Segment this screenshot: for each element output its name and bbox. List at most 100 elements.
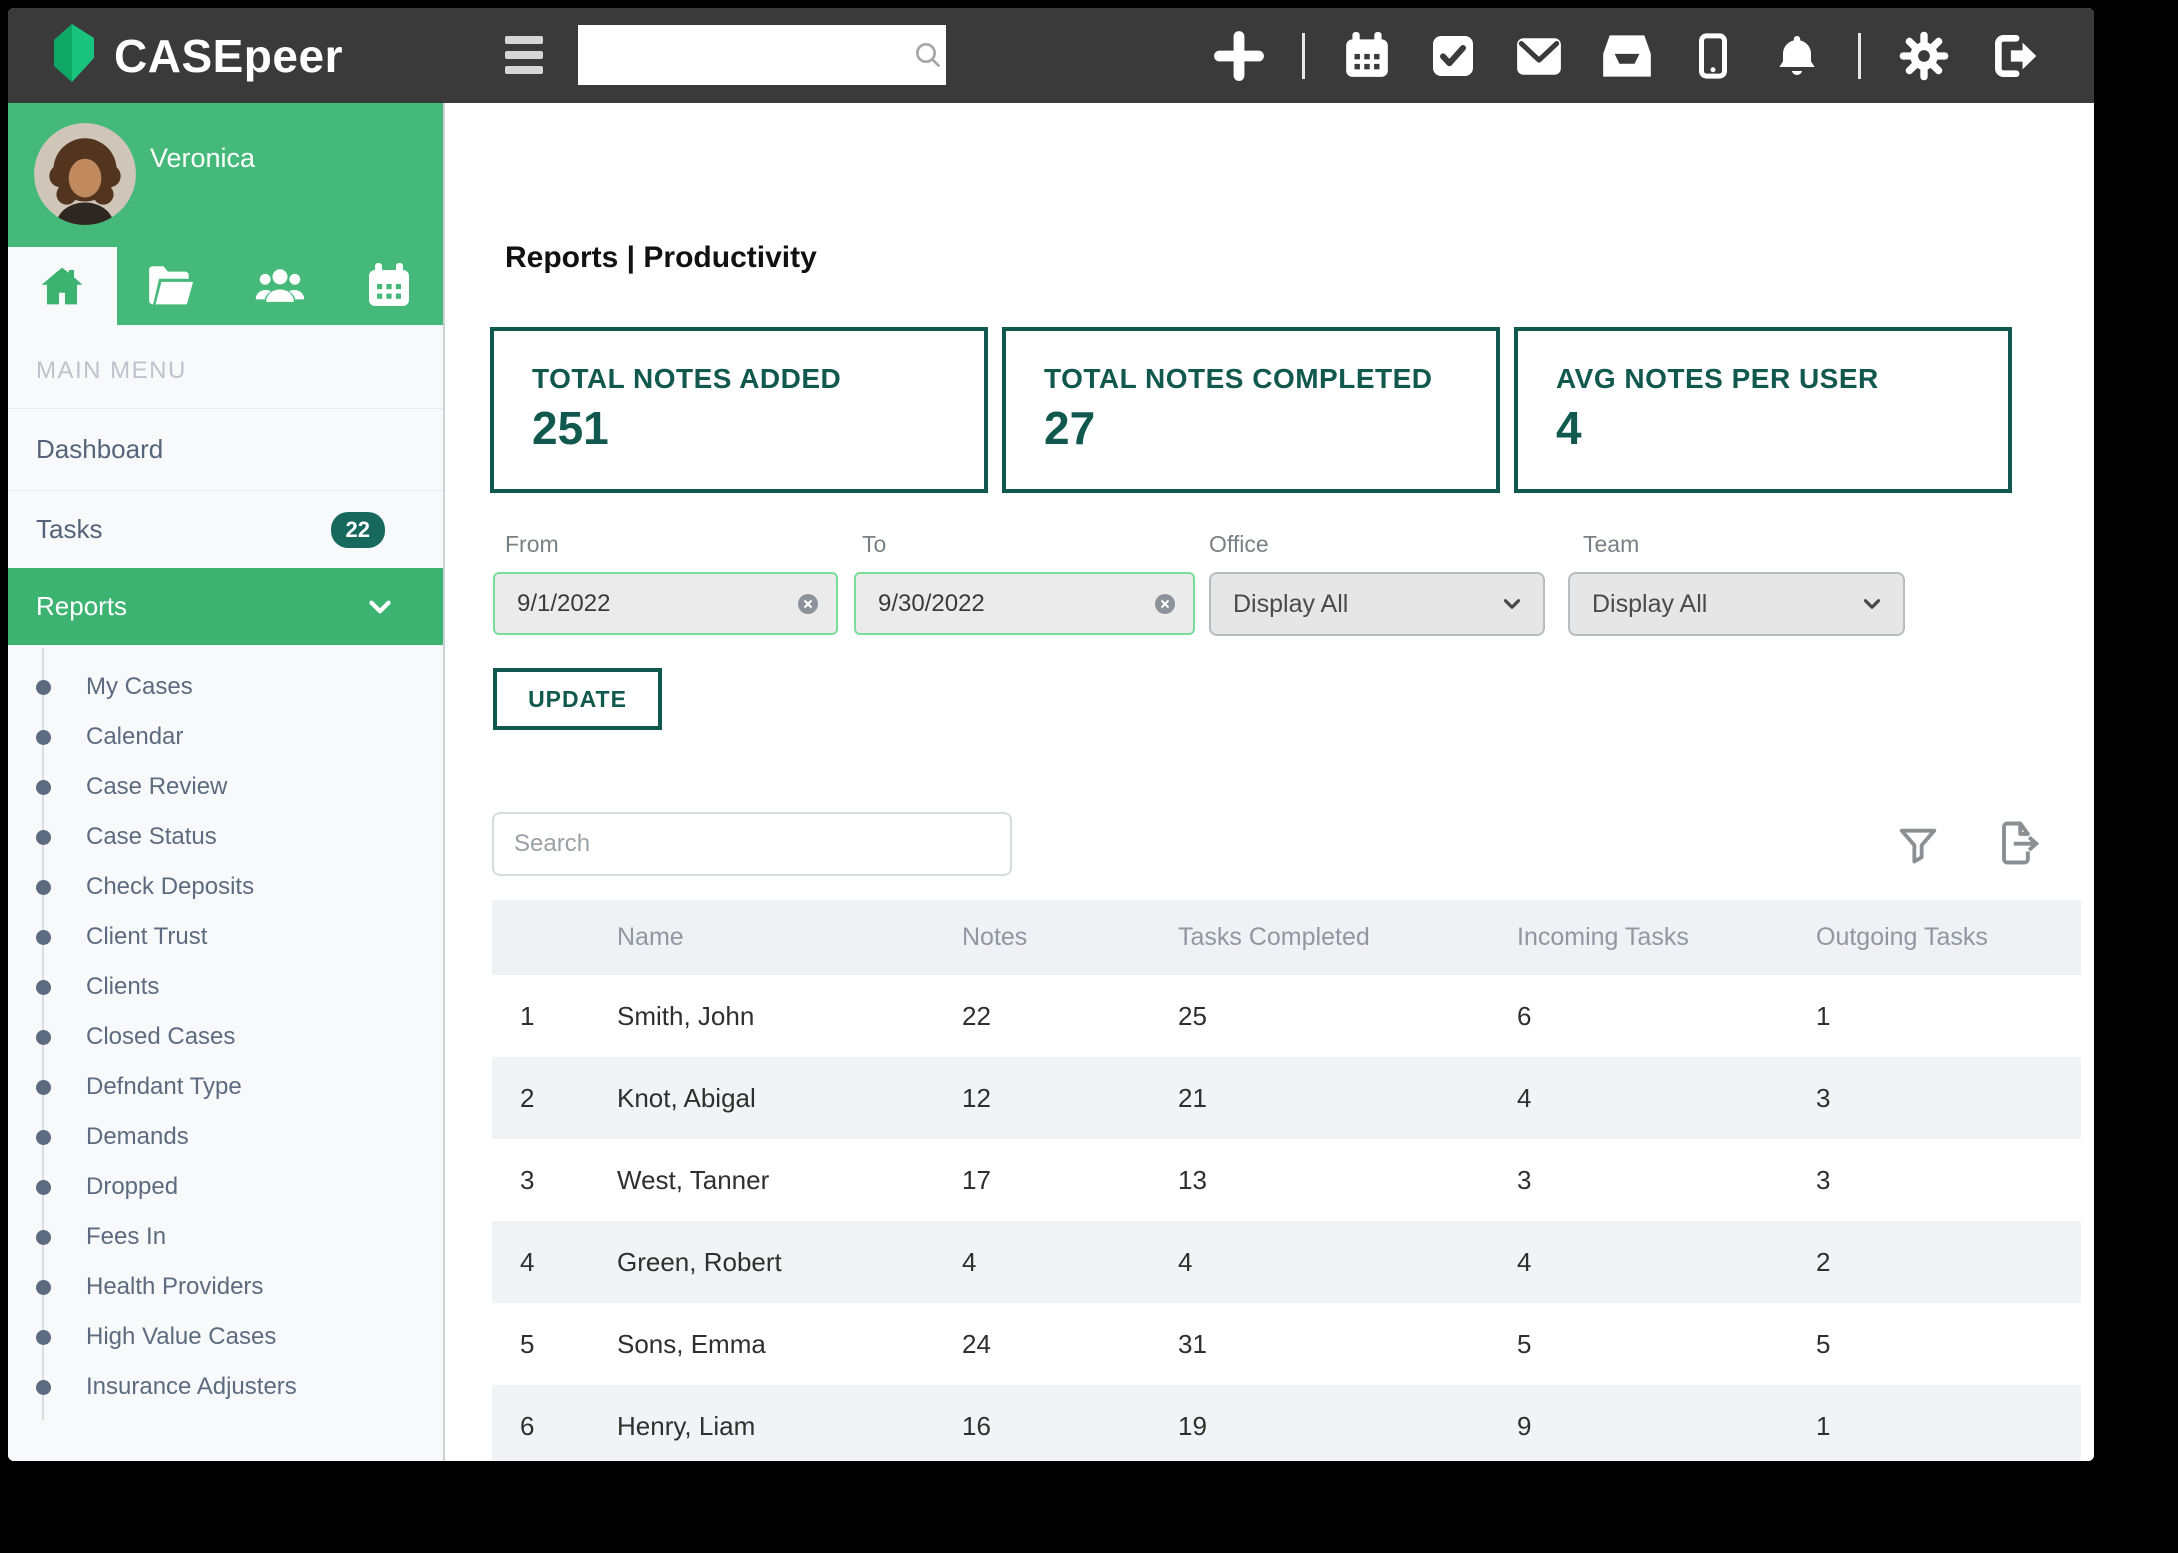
settings-icon[interactable] (1898, 30, 1950, 82)
cell-notes: 24 (962, 1329, 1178, 1360)
folder-icon (146, 263, 196, 309)
clear-icon[interactable] (796, 592, 820, 616)
cell-tasks-completed: 31 (1178, 1329, 1517, 1360)
tab-contacts[interactable] (226, 247, 335, 325)
update-button[interactable]: UPDATE (493, 668, 662, 730)
cell-outgoing-tasks: 1 (1816, 1411, 2081, 1442)
submenu-item-insurance-adjusters[interactable]: Insurance Adjusters (8, 1362, 443, 1412)
bullet-icon (36, 780, 51, 795)
office-select[interactable]: Display All (1209, 572, 1545, 636)
cell-outgoing-tasks: 2 (1816, 1247, 2081, 1278)
submenu-item-clients[interactable]: Clients (8, 962, 443, 1012)
cell-index: 1 (492, 1001, 617, 1032)
header-cell-incoming-tasks[interactable]: Incoming Tasks (1517, 923, 1816, 952)
avatar[interactable] (34, 123, 136, 225)
stat-label: AVG NOTES PER USER (1556, 363, 2008, 395)
cell-name: Henry, Liam (617, 1411, 962, 1442)
notifications-icon[interactable] (1773, 31, 1821, 81)
table-row-henry-liam[interactable]: 6Henry, Liam161991 (492, 1385, 2081, 1461)
cell-incoming-tasks: 5 (1517, 1329, 1816, 1360)
dashboard-label: Dashboard (36, 434, 163, 465)
submenu-item-case-review[interactable]: Case Review (8, 762, 443, 812)
office-label: Office (1209, 531, 1269, 559)
submenu-item-fees-in[interactable]: Fees In (8, 1212, 443, 1262)
submenu-label: Closed Cases (86, 1023, 235, 1051)
calendar-icon[interactable] (1342, 31, 1392, 81)
table-row-west-tanner[interactable]: 3West, Tanner171333 (492, 1139, 2081, 1221)
topbar-search-input[interactable] (578, 41, 912, 69)
table-row-sons-emma[interactable]: 5Sons, Emma243155 (492, 1303, 2081, 1385)
cell-tasks-completed: 4 (1178, 1247, 1517, 1278)
cell-incoming-tasks: 3 (1517, 1165, 1816, 1196)
cell-name: Sons, Emma (617, 1329, 962, 1360)
bullet-icon (36, 680, 51, 695)
divider (1302, 33, 1305, 79)
submenu-label: Case Review (86, 773, 227, 801)
submenu-item-calendar[interactable]: Calendar (8, 712, 443, 762)
team-select-value: Display All (1592, 590, 1707, 619)
stat-value: 251 (532, 401, 984, 455)
tab-calendar[interactable] (334, 247, 443, 325)
mobile-icon[interactable] (1690, 31, 1736, 81)
export-icon[interactable] (1991, 817, 2043, 874)
submenu-label: Defndant Type (86, 1073, 242, 1101)
submenu-item-my-cases[interactable]: My Cases (8, 662, 443, 712)
header-cell-outgoing-tasks[interactable]: Outgoing Tasks (1816, 923, 2081, 952)
cell-name: Knot, Abigal (617, 1083, 962, 1114)
header-cell-tasks-completed[interactable]: Tasks Completed (1178, 923, 1517, 952)
cell-incoming-tasks: 9 (1517, 1411, 1816, 1442)
to-date-input[interactable]: 9/30/2022 (854, 572, 1195, 635)
submenu-label: Case Status (86, 823, 217, 851)
tab-cases[interactable] (117, 247, 226, 325)
sidebar-item-dashboard[interactable]: Dashboard (8, 408, 443, 490)
team-select[interactable]: Display All (1568, 572, 1905, 636)
from-date-input[interactable]: 9/1/2022 (493, 572, 838, 635)
table-row-knot-abigal[interactable]: 2Knot, Abigal122143 (492, 1057, 2081, 1139)
people-icon (254, 263, 306, 309)
submenu-item-defndant-type[interactable]: Defndant Type (8, 1062, 443, 1112)
add-icon[interactable] (1213, 30, 1265, 82)
bullet-icon (36, 930, 51, 945)
submenu-item-dropped[interactable]: Dropped (8, 1162, 443, 1212)
cell-name: Smith, John (617, 1001, 962, 1032)
bullet-icon (36, 1280, 51, 1295)
submenu-label: High Value Cases (86, 1323, 276, 1351)
submenu-label: Insurance Adjusters (86, 1373, 297, 1401)
sidebar-item-reports[interactable]: Reports (8, 568, 443, 645)
submenu-item-demands[interactable]: Demands (8, 1112, 443, 1162)
bullet-icon (36, 1380, 51, 1395)
logout-icon[interactable] (1987, 31, 2041, 81)
bullet-icon (36, 1330, 51, 1345)
submenu-item-high-value-cases[interactable]: High Value Cases (8, 1312, 443, 1362)
cell-tasks-completed: 13 (1178, 1165, 1517, 1196)
sidebar-item-tasks[interactable]: Tasks 22 (8, 490, 443, 568)
chevron-down-icon (1859, 591, 1885, 617)
inbox-icon[interactable] (1601, 32, 1653, 80)
table-body: 1Smith, John2225612Knot, Abigal1221433We… (492, 975, 2081, 1461)
header-cell-name[interactable]: Name (617, 923, 962, 952)
tasks-icon[interactable] (1429, 32, 1477, 80)
cell-outgoing-tasks: 1 (1816, 1001, 2081, 1032)
mail-icon[interactable] (1514, 31, 1564, 81)
submenu-item-case-status[interactable]: Case Status (8, 812, 443, 862)
submenu-item-client-trust[interactable]: Client Trust (8, 912, 443, 962)
cell-index: 6 (492, 1411, 617, 1442)
tab-home[interactable] (8, 247, 117, 325)
cell-index: 4 (492, 1247, 617, 1278)
menu-toggle-icon[interactable] (505, 36, 543, 74)
reports-label: Reports (36, 591, 127, 622)
table-search-input[interactable] (494, 814, 1010, 874)
report-submenu: My CasesCalendar Case Review Case Status Ch… (8, 648, 443, 1412)
header-cell-notes[interactable]: Notes (962, 923, 1178, 952)
cell-index: 5 (492, 1329, 617, 1360)
submenu-item-health-providers[interactable]: Health Providers (8, 1262, 443, 1312)
table-header: NameNotesTasks CompletedIncoming TasksOu… (492, 900, 2081, 975)
logo: CASEpeer (44, 8, 343, 103)
team-label: Team (1583, 531, 1639, 559)
table-row-green-robert[interactable]: 4Green, Robert4442 (492, 1221, 2081, 1303)
filter-icon[interactable] (1895, 823, 1941, 874)
submenu-item-check-deposits[interactable]: Check Deposits (8, 862, 443, 912)
table-row-smith-john[interactable]: 1Smith, John222561 (492, 975, 2081, 1057)
submenu-item-closed-cases[interactable]: Closed Cases (8, 1012, 443, 1062)
clear-icon[interactable] (1153, 592, 1177, 616)
